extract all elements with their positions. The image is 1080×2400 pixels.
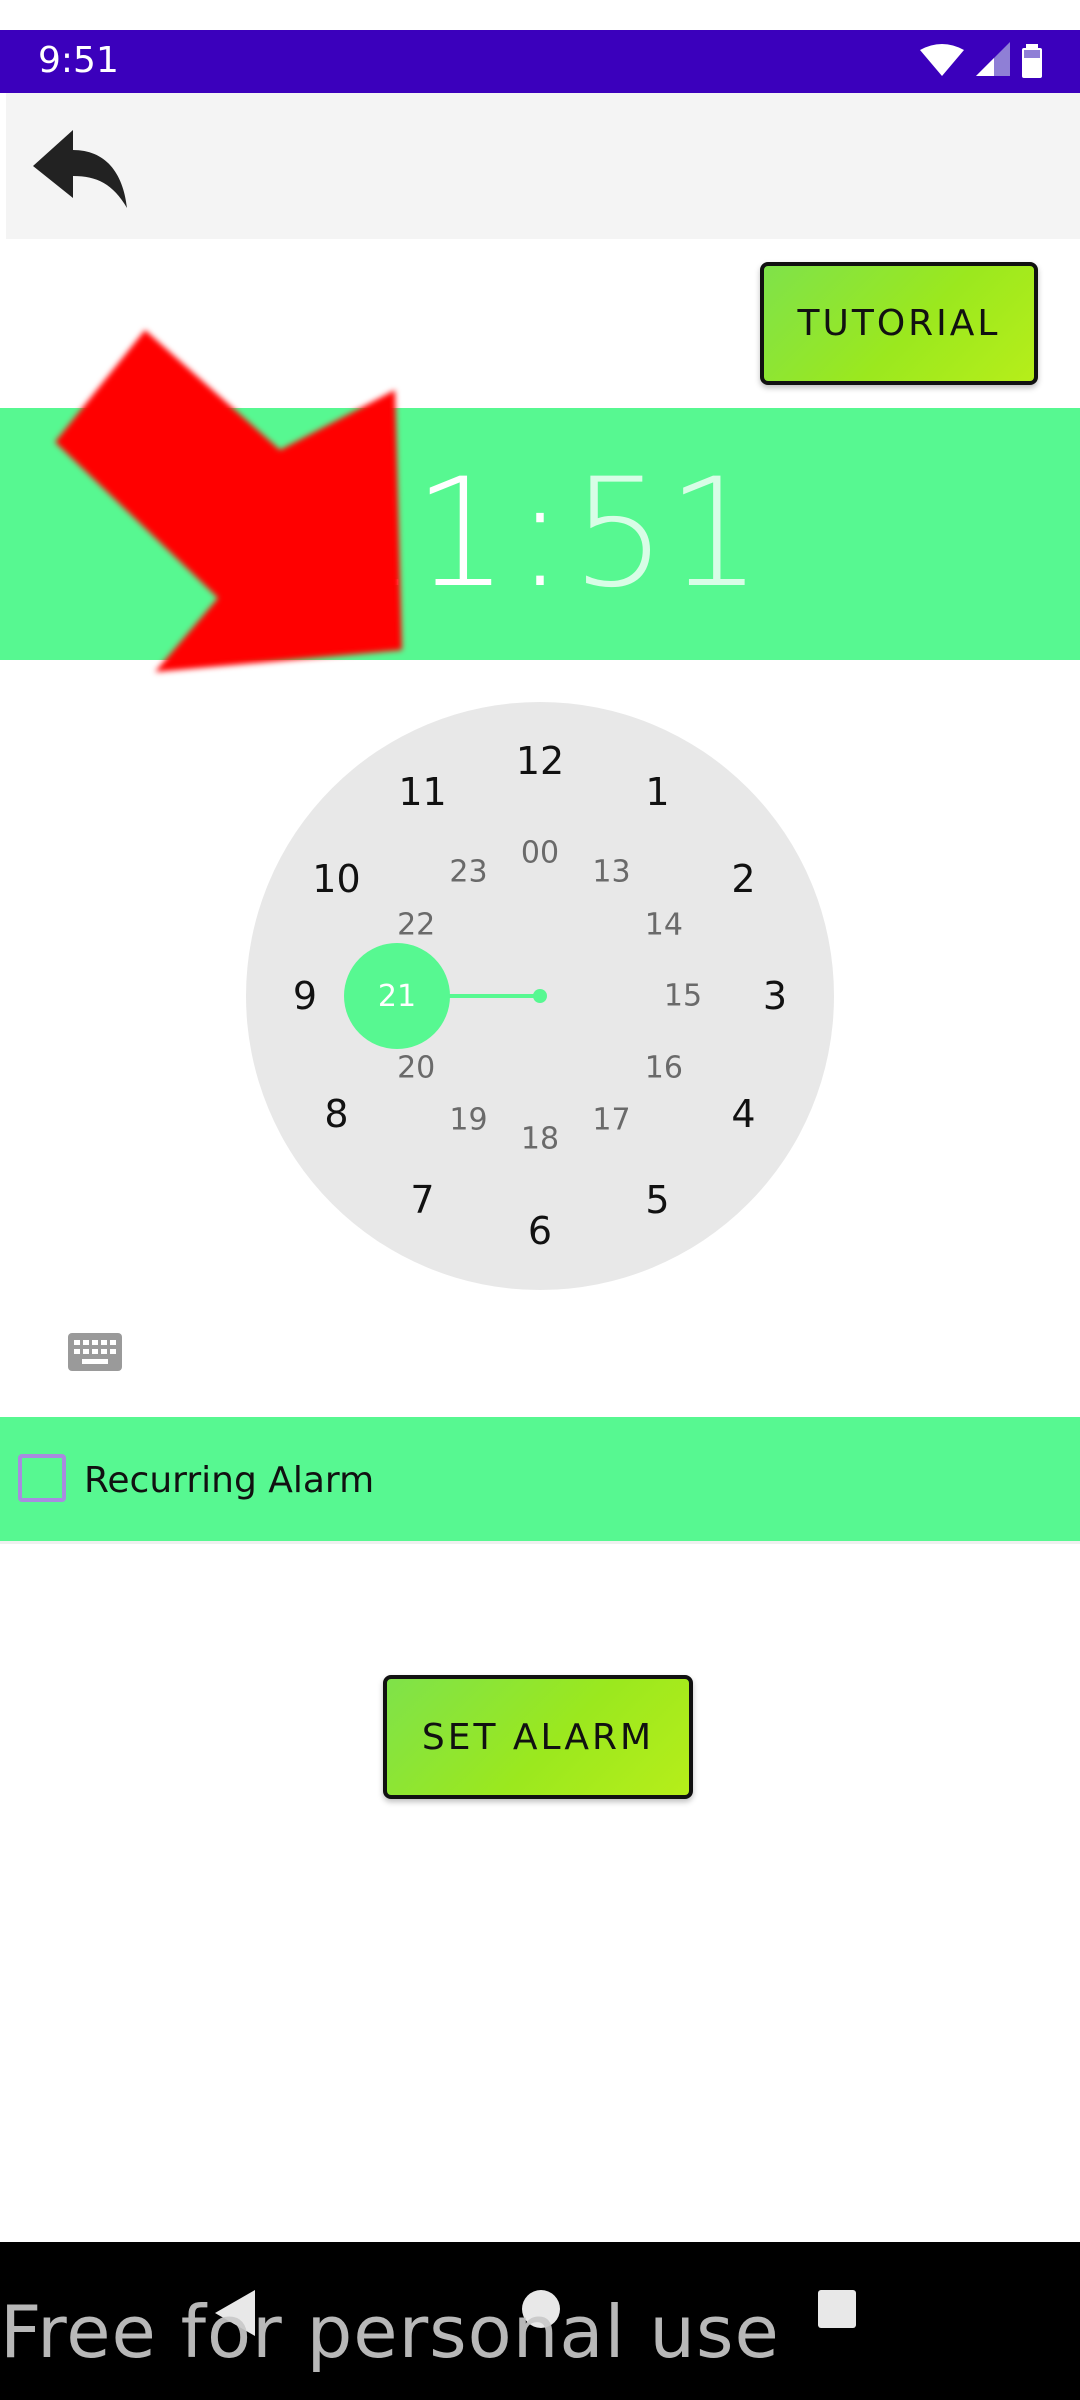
- clock-center-dot: [533, 989, 547, 1003]
- divider: [0, 1541, 1080, 1544]
- clock-hour-13[interactable]: 13: [592, 855, 630, 890]
- nav-recents-icon[interactable]: [818, 2290, 856, 2328]
- battery-icon: [1022, 44, 1042, 78]
- clock-hour-12[interactable]: 12: [516, 739, 564, 783]
- clock-hour-18[interactable]: 18: [521, 1122, 559, 1157]
- app-bar: [6, 93, 1080, 239]
- clock-hour-5[interactable]: 5: [645, 1178, 669, 1222]
- signal-icon: [976, 42, 1010, 76]
- time-separator: :: [514, 447, 566, 621]
- status-bar: 9:51: [0, 30, 1080, 93]
- clock-hour-14[interactable]: 14: [645, 907, 683, 942]
- clock-hour-17[interactable]: 17: [592, 1102, 630, 1137]
- clock-hour-00[interactable]: 00: [521, 836, 559, 871]
- clock-hour-8[interactable]: 8: [324, 1092, 348, 1136]
- wifi-icon: [920, 44, 964, 76]
- clock-hour-1[interactable]: 1: [645, 770, 669, 814]
- recurring-alarm-checkbox[interactable]: [18, 1454, 66, 1502]
- status-icons: [920, 42, 1042, 78]
- clock-hour-15[interactable]: 15: [664, 979, 702, 1014]
- clock-hour-11[interactable]: 11: [398, 770, 446, 814]
- time-minute[interactable]: 51: [571, 447, 762, 621]
- clock-selected-hour[interactable]: 21: [344, 943, 450, 1049]
- set-alarm-button[interactable]: SET ALARM: [383, 1675, 693, 1799]
- clock-hour-16[interactable]: 16: [645, 1050, 683, 1085]
- clock-hour-10[interactable]: 10: [312, 857, 360, 901]
- clock-hour-23[interactable]: 23: [449, 855, 487, 890]
- status-time: 9:51: [38, 40, 119, 81]
- clock-hour-9[interactable]: 9: [293, 974, 317, 1018]
- recurring-alarm-label[interactable]: Recurring Alarm: [84, 1460, 374, 1501]
- clock-hour-7[interactable]: 7: [410, 1178, 434, 1222]
- clock-hour-19[interactable]: 19: [449, 1102, 487, 1137]
- clock-hour-4[interactable]: 4: [731, 1092, 755, 1136]
- watermark-text: Free for personal use: [0, 2290, 780, 2374]
- tutorial-button[interactable]: TUTORIAL: [760, 262, 1038, 385]
- red-arrow-icon: [55, 330, 402, 672]
- clock-hour-2[interactable]: 2: [731, 857, 755, 901]
- keyboard-icon[interactable]: [68, 1333, 122, 1371]
- back-button[interactable]: [24, 119, 134, 219]
- clock-face[interactable]: 12 1 2 3 4 5 6 7 8 9 10 11 00 13 14 15 16 17 18 19 20 22 23 21: [246, 702, 834, 1290]
- clock-hour-20[interactable]: 20: [397, 1050, 435, 1085]
- clock-hour-6[interactable]: 6: [528, 1209, 552, 1253]
- clock-hour-3[interactable]: 3: [763, 974, 787, 1018]
- back-arrow-icon: [33, 130, 127, 208]
- clock-hour-22[interactable]: 22: [397, 907, 435, 942]
